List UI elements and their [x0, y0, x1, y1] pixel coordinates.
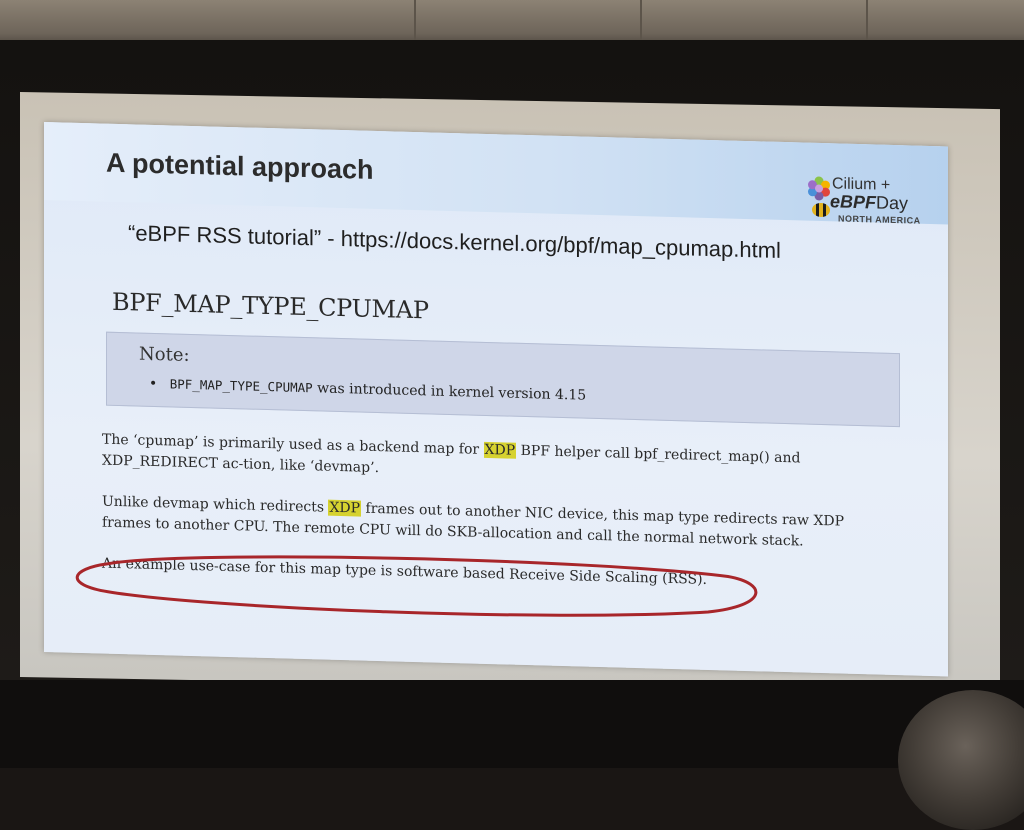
doc-heading: BPF_MAP_TYPE_CPUMAP: [112, 287, 429, 325]
bullet-icon: •: [149, 375, 158, 393]
cilium-ebpf-day-logo: Cilium + eBPFDay NORTH AMERICA: [806, 173, 936, 237]
logo-region-text: NORTH AMERICA: [838, 213, 921, 226]
note-list-item: • BPF_MAP_TYPE_CPUMAP was introduced in …: [149, 376, 586, 404]
paragraph-cpumap-usage: The ‘cpumap’ is primarily used as a back…: [102, 430, 892, 493]
cilium-flower-icon: [808, 176, 830, 201]
paragraph-devmap-comparison: Unlike devmap which redirects XDP frames…: [102, 492, 892, 555]
xdp-highlight: XDP: [483, 441, 517, 459]
wall-panel-seam: [640, 0, 642, 40]
logo-ebpf-text: eBPF: [830, 191, 877, 213]
paragraph2-text-before: Unlike devmap which redirects: [102, 493, 325, 516]
audience-area: [0, 680, 1024, 768]
note-item-text: was introduced in kernel version 4.15: [317, 380, 587, 404]
presentation-slide: A potential approach Cilium + eBPFDay NO…: [44, 122, 948, 677]
note-item-code: BPF_MAP_TYPE_CPUMAP: [169, 376, 313, 396]
xdp-highlight: XDP: [328, 499, 362, 517]
red-annotation-ellipse: [75, 555, 758, 617]
bee-icon: [812, 202, 830, 218]
logo-ebpf-day-text: eBPFDay: [830, 191, 908, 214]
logo-day-text: Day: [876, 192, 909, 214]
slide-subtitle: “eBPF RSS tutorial” - https://docs.kerne…: [128, 220, 781, 263]
wall-panel-seam: [414, 0, 416, 40]
note-title: Note:: [139, 343, 190, 366]
wall-panel-seam: [866, 0, 868, 40]
note-box: Note: • BPF_MAP_TYPE_CPUMAP was introduc…: [106, 331, 900, 428]
